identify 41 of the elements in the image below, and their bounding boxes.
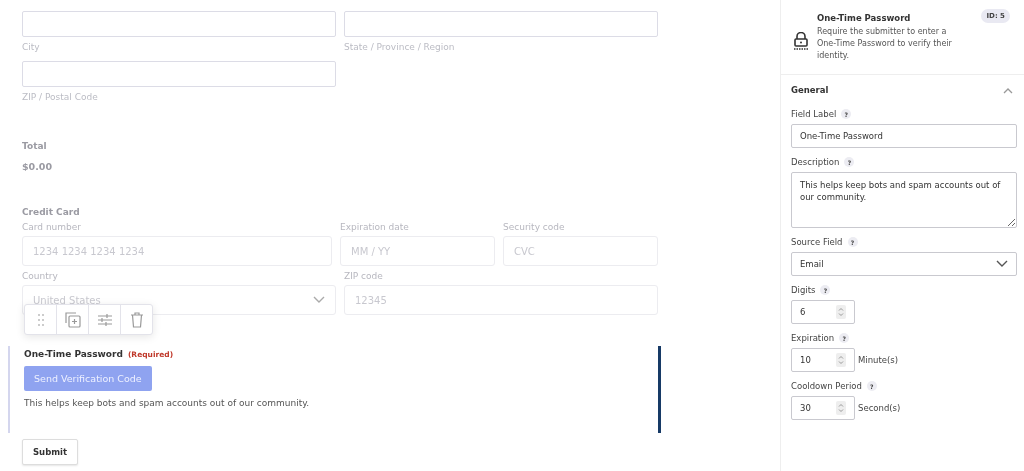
panel-title: One-Time Password — [817, 12, 912, 23]
setting-label: Field Label — [791, 109, 837, 119]
setting-label: Source Field — [791, 237, 843, 247]
number-field[interactable]: 30 — [791, 396, 855, 420]
total-value: $0.00 — [22, 161, 54, 172]
field-label: Security code — [503, 222, 566, 232]
setting-label: Expiration — [791, 333, 835, 343]
section-header[interactable]: General — [791, 75, 1013, 105]
number-field[interactable]: 10 — [791, 348, 855, 372]
chevron-down-icon — [996, 260, 1008, 268]
stepper-icon[interactable] — [836, 305, 846, 319]
source-field-select[interactable]: Email — [791, 252, 1017, 276]
chevron-down-icon — [313, 296, 325, 304]
unit-label: Minute(s) — [858, 355, 899, 365]
setting-label: Description — [791, 157, 840, 167]
setting-label: Cooldown Period — [791, 381, 862, 391]
field-caption: State / Province / Region — [344, 42, 456, 52]
stepper-icon[interactable] — [836, 353, 846, 367]
total-label: Total — [22, 141, 48, 151]
number-field[interactable]: 6 — [791, 300, 855, 324]
setting-label: Digits — [791, 285, 816, 295]
chevron-icon — [1003, 86, 1013, 94]
field-label: Country — [22, 271, 59, 281]
field-label: ZIP code — [344, 271, 384, 281]
stepper-icon[interactable] — [836, 401, 846, 415]
field-description: This helps keep bots and spam accounts out of our community. — [24, 398, 311, 408]
credit-card-label: Credit Card — [22, 207, 81, 217]
field-label: One-Time Password — [24, 349, 123, 359]
field-label: Card number — [22, 222, 83, 232]
description-field[interactable]: This helps keep bots and spam accounts out of our community. — [791, 172, 1017, 228]
zip-field[interactable] — [22, 61, 336, 87]
field-caption: ZIP / Postal Code — [22, 92, 99, 102]
unit-label: Second(s) — [858, 403, 901, 413]
panel-description: Require the submitter to enter a One-Time Password to verify their identity. — [817, 25, 953, 62]
submit-button[interactable]: Submit — [22, 439, 79, 465]
text-field[interactable]: One-Time Password — [791, 124, 1017, 148]
field-label: Expiration date — [340, 222, 410, 232]
state-field[interactable] — [344, 11, 658, 37]
city-field[interactable] — [22, 11, 336, 37]
field-caption: City — [22, 42, 41, 52]
lock-icon — [793, 32, 809, 50]
